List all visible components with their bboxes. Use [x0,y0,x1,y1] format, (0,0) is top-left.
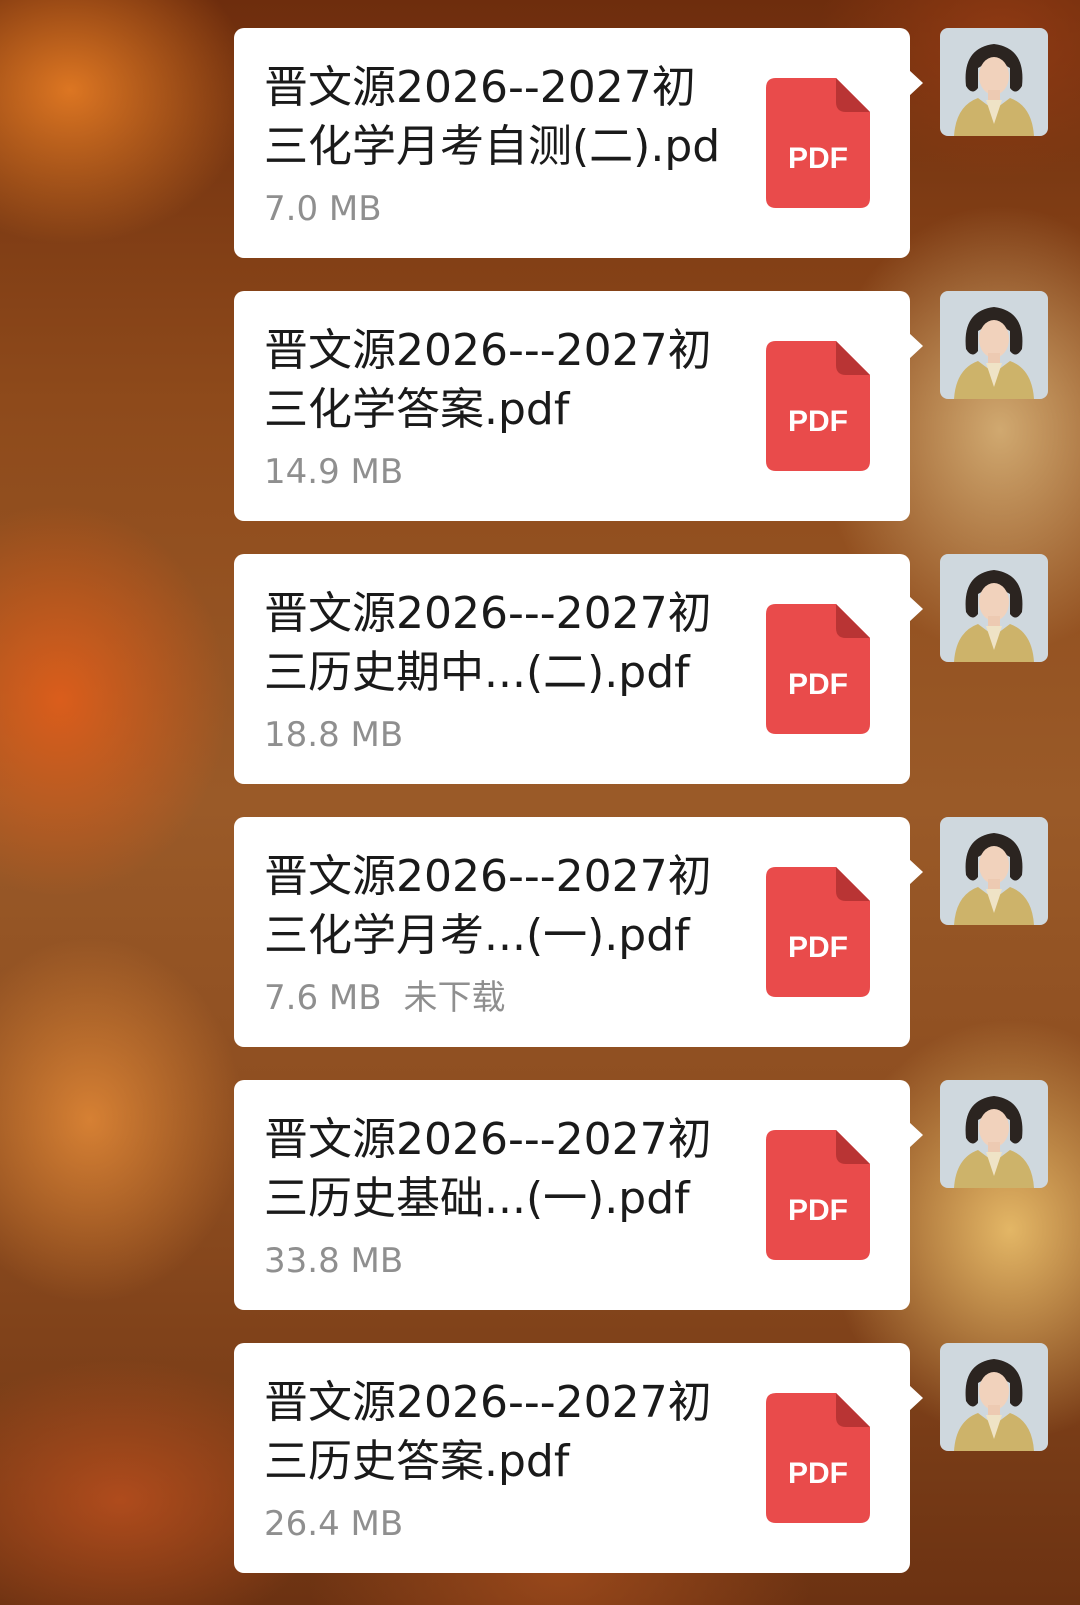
file-meta: 26.4 MB [264,1503,425,1545]
pdf-icon-label: PDF [788,668,848,701]
file-name: 晋文源2026--2027初三化学月考自测(二).pdf [264,62,721,182]
file-size: 26.4 MB [264,1504,404,1544]
message-row: 晋文源2026--2027初三化学月考自测(二).pdf 7.0 MB PDF [0,28,1080,260]
pdf-icon-fold [836,1130,870,1164]
pdf-file-icon: PDF [766,1130,870,1260]
message-row: 晋文源2026---2027初三历史答案.pdf 26.4 MB PDF [0,1343,1080,1575]
file-message-bubble[interactable]: 晋文源2026---2027初三化学答案.pdf 14.9 MB PDF [234,291,923,521]
download-status: 未下载 [403,978,506,1018]
avatar[interactable] [940,291,1048,399]
avatar[interactable] [940,817,1048,925]
pdf-icon-fold [836,604,870,638]
file-size: 33.8 MB [264,1241,404,1281]
file-meta: 7.6 MB 未下载 [264,977,506,1019]
pdf-file-icon: PDF [766,604,870,734]
avatar[interactable] [940,28,1048,136]
avatar[interactable] [940,554,1048,662]
file-message-bubble[interactable]: 晋文源2026---2027初三历史基础...(一).pdf 33.8 MB P… [234,1080,923,1310]
pdf-file-icon: PDF [766,867,870,997]
pdf-file-icon: PDF [766,78,870,208]
pdf-icon-label: PDF [788,1194,848,1227]
pdf-icon-fold [836,341,870,375]
file-name: 晋文源2026---2027初三历史答案.pdf [264,1377,712,1487]
pdf-icon-label: PDF [788,931,848,964]
pdf-file-icon: PDF [766,341,870,471]
file-size: 18.8 MB [264,715,404,755]
pdf-icon-fold [836,867,870,901]
pdf-icon-label: PDF [788,142,848,175]
pdf-file-icon: PDF [766,1393,870,1523]
pdf-icon-label: PDF [788,1457,848,1490]
message-row: 晋文源2026---2027初三化学答案.pdf 14.9 MB PDF [0,291,1080,523]
file-meta: 7.0 MB [264,188,404,230]
file-name: 晋文源2026---2027初三化学答案.pdf [264,325,712,435]
file-message-bubble[interactable]: 晋文源2026---2027初三历史答案.pdf 26.4 MB PDF [234,1343,923,1573]
message-row: 晋文源2026---2027初三化学月考...(一).pdf 7.6 MB 未下载… [0,817,1080,1049]
message-row: 晋文源2026---2027初三历史期中...(二).pdf 18.8 MB P… [0,554,1080,786]
file-meta: 33.8 MB [264,1240,425,1282]
avatar[interactable] [940,1080,1048,1188]
pdf-icon-fold [836,1393,870,1427]
file-name: 晋文源2026---2027初三历史期中...(二).pdf [264,588,712,698]
pdf-icon-fold [836,78,870,112]
file-message-bubble[interactable]: 晋文源2026---2027初三化学月考...(一).pdf 7.6 MB 未下载… [234,817,923,1047]
file-size: 7.6 MB [264,978,382,1018]
file-message-bubble[interactable]: 晋文源2026---2027初三历史期中...(二).pdf 18.8 MB P… [234,554,923,784]
chat-message-list: 晋文源2026--2027初三化学月考自测(二).pdf 7.0 MB PDF [0,0,1080,1605]
file-size: 14.9 MB [264,452,404,492]
file-size: 7.0 MB [264,189,382,229]
message-row: 晋文源2026---2027初三历史基础...(一).pdf 33.8 MB P… [0,1080,1080,1312]
file-name: 晋文源2026---2027初三历史基础...(一).pdf [264,1114,712,1224]
file-meta: 18.8 MB [264,714,425,756]
avatar[interactable] [940,1343,1048,1451]
pdf-icon-label: PDF [788,405,848,438]
file-meta: 14.9 MB [264,451,425,493]
file-name: 晋文源2026---2027初三化学月考...(一).pdf [264,851,712,961]
file-message-bubble[interactable]: 晋文源2026--2027初三化学月考自测(二).pdf 7.0 MB PDF [234,28,923,258]
